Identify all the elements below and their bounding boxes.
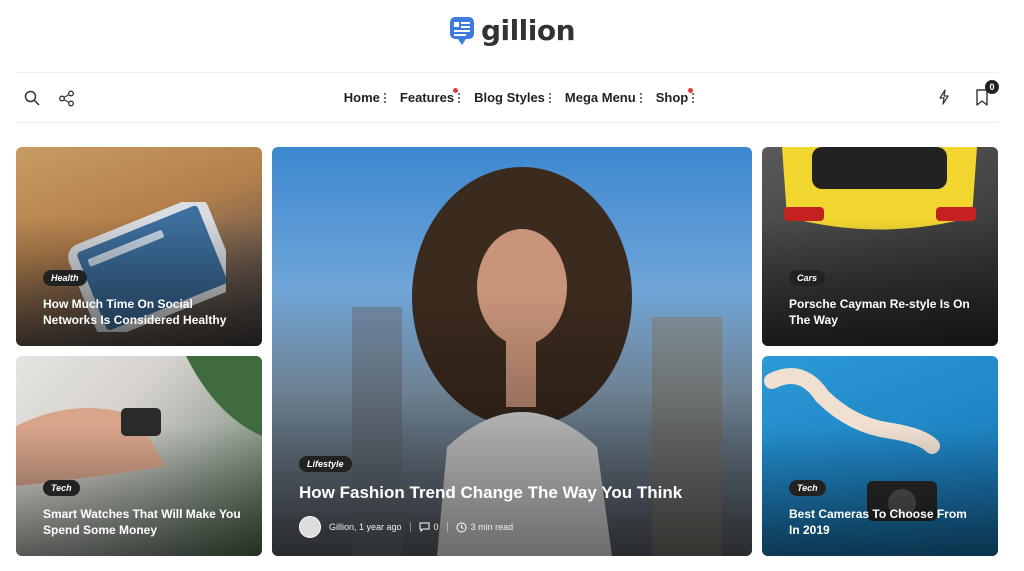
- nav-item-home[interactable]: Home: [344, 90, 386, 105]
- read-time: 3 min read: [470, 522, 514, 532]
- post-card-smart-watches[interactable]: Tech Smart Watches That Will Make You Sp…: [16, 356, 262, 556]
- nav-item-features[interactable]: Features: [399, 88, 461, 105]
- category-tag[interactable]: Tech: [789, 480, 826, 496]
- author-date[interactable]: Gillion, 1 year ago: [329, 522, 402, 532]
- nav-item-blog-styles[interactable]: Blog Styles: [474, 90, 551, 105]
- author-avatar[interactable]: [299, 516, 321, 538]
- more-vertical-icon: [383, 92, 386, 103]
- category-tag[interactable]: Tech: [43, 480, 80, 496]
- post-card-health[interactable]: Health How Much Time On Social Networks …: [16, 147, 262, 346]
- comment-count[interactable]: 0: [434, 522, 439, 532]
- category-tag[interactable]: Cars: [789, 270, 826, 286]
- more-vertical-icon: [692, 92, 695, 103]
- nav-item-mega-menu[interactable]: Mega Menu: [565, 90, 642, 105]
- more-vertical-icon: [458, 92, 461, 103]
- nav-item-shop[interactable]: Shop: [655, 88, 695, 105]
- nav-item-label: Mega Menu: [564, 90, 636, 105]
- clock-icon: [456, 522, 467, 532]
- new-indicator: [452, 88, 458, 93]
- nav-item-label: Blog Styles: [474, 90, 545, 105]
- lightning-icon[interactable]: [934, 87, 954, 107]
- post-title[interactable]: How Much Time On Social Networks Is Cons…: [43, 296, 242, 328]
- nav-item-label: Home: [343, 90, 380, 105]
- logo-icon: [449, 16, 474, 45]
- nav-item-label: Shop: [655, 90, 689, 105]
- post-meta: Gillion, 1 year ago 0 3 min read: [299, 516, 732, 538]
- more-vertical-icon: [639, 92, 642, 103]
- bookmark-count-badge: 0: [985, 80, 999, 94]
- category-tag[interactable]: Health: [43, 270, 87, 286]
- new-indicator: [687, 88, 693, 93]
- site-logo[interactable]: gillion: [0, 14, 1024, 47]
- category-tag[interactable]: Lifestyle: [299, 456, 352, 472]
- post-card-cameras[interactable]: Tech Best Cameras To Choose From In 2019: [762, 356, 998, 556]
- logo-text: gillion: [480, 14, 576, 47]
- nav-item-label: Features: [399, 90, 455, 105]
- post-title[interactable]: Best Cameras To Choose From In 2019: [789, 506, 978, 538]
- main-navigation: Home Features Blog Styles Mega Menu Shop: [16, 72, 999, 123]
- featured-post-card[interactable]: Lifestyle How Fashion Trend Change The W…: [272, 147, 752, 556]
- post-title[interactable]: Smart Watches That Will Make You Spend S…: [43, 506, 242, 538]
- bookmark-icon[interactable]: 0: [972, 80, 999, 107]
- post-title[interactable]: How Fashion Trend Change The Way You Thi…: [299, 482, 732, 504]
- comment-icon: [419, 522, 430, 532]
- post-card-cars[interactable]: Cars Porsche Cayman Re-style Is On The W…: [762, 147, 998, 346]
- more-vertical-icon: [548, 92, 551, 103]
- post-title[interactable]: Porsche Cayman Re-style Is On The Way: [789, 296, 978, 328]
